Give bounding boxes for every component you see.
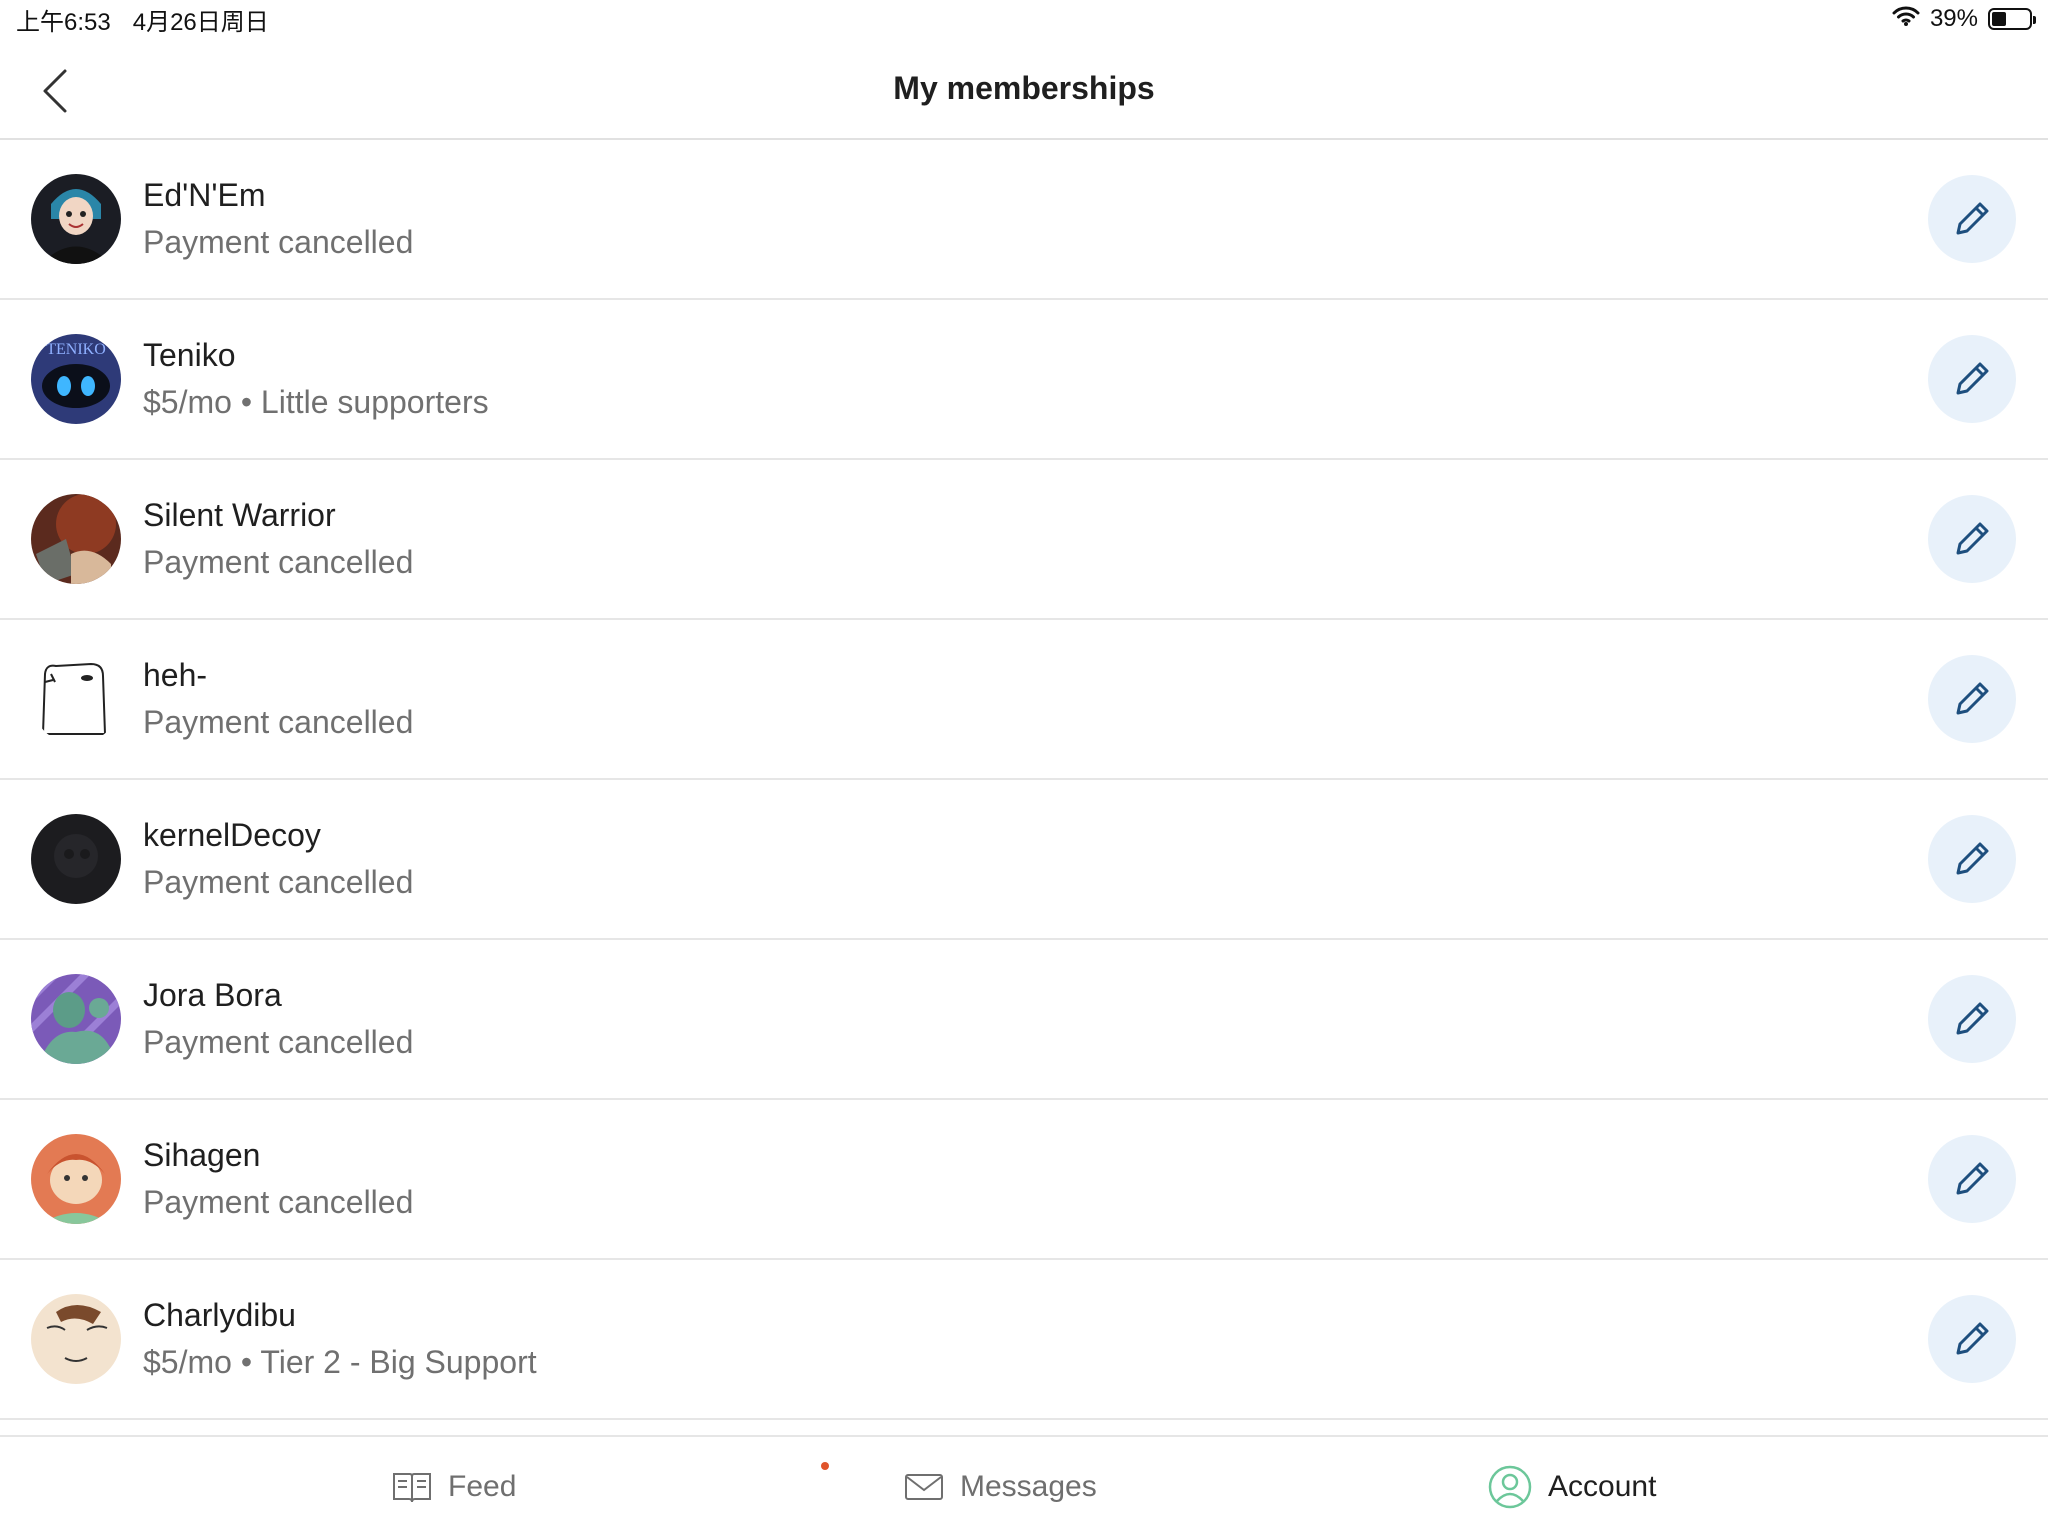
tab-account[interactable]: Account bbox=[1488, 1465, 1656, 1509]
pencil-icon bbox=[1956, 842, 1989, 875]
pencil-icon bbox=[1956, 202, 1989, 235]
membership-status: Payment cancelled bbox=[143, 544, 414, 580]
edit-membership-button[interactable] bbox=[1928, 655, 2016, 743]
envelope-icon bbox=[905, 1473, 943, 1500]
tab-feed[interactable]: Feed bbox=[392, 1470, 516, 1504]
notification-dot bbox=[821, 1462, 829, 1470]
edit-membership-button[interactable] bbox=[1928, 335, 2016, 423]
battery-percent: 39% bbox=[1929, 5, 1978, 32]
membership-row[interactable]: kernelDecoy Payment cancelled bbox=[0, 780, 2048, 940]
avatar-logo-text: TENIKO bbox=[46, 341, 106, 358]
avatar: TENIKO bbox=[31, 334, 121, 424]
membership-status: Payment cancelled bbox=[143, 224, 414, 260]
tab-bar: Feed Messages Account bbox=[0, 1435, 2048, 1536]
membership-row[interactable]: heh- Payment cancelled bbox=[0, 620, 2048, 780]
creator-name: Teniko bbox=[143, 337, 236, 373]
avatar bbox=[31, 974, 121, 1064]
membership-status: Payment cancelled bbox=[143, 704, 414, 740]
status-date: 4月26日周日 bbox=[132, 8, 269, 36]
edit-membership-button[interactable] bbox=[1928, 815, 2016, 903]
battery-level bbox=[1992, 12, 2007, 26]
edit-membership-button[interactable] bbox=[1928, 495, 2016, 583]
creator-name: Jora Bora bbox=[143, 977, 282, 1013]
creator-name: Silent Warrior bbox=[143, 497, 336, 533]
battery-icon bbox=[1988, 8, 2036, 30]
tab-messages-label: Messages bbox=[960, 1469, 1097, 1503]
creator-name: kernelDecoy bbox=[143, 817, 321, 853]
membership-list: Ed'N'Em Payment cancelled TENIKO Teniko … bbox=[0, 140, 2048, 1420]
tab-account-label: Account bbox=[1548, 1469, 1657, 1503]
tab-feed-label: Feed bbox=[448, 1469, 517, 1503]
edit-membership-button[interactable] bbox=[1928, 175, 2016, 263]
avatar bbox=[31, 174, 121, 264]
membership-status: $5/mo • Little supporters bbox=[143, 384, 489, 420]
status-time: 上午6:53 bbox=[16, 8, 111, 36]
membership-row[interactable]: Sihagen Payment cancelled bbox=[0, 1100, 2048, 1260]
edit-membership-button[interactable] bbox=[1928, 975, 2016, 1063]
book-icon bbox=[393, 1472, 431, 1502]
creator-name: Charlydibu bbox=[143, 1297, 296, 1333]
page-title: My memberships bbox=[893, 69, 1155, 106]
membership-status: Payment cancelled bbox=[143, 864, 414, 900]
avatar bbox=[31, 494, 121, 584]
creator-name: Sihagen bbox=[143, 1137, 261, 1173]
status-bar: 上午6:53 4月26日周日 39% bbox=[0, 0, 2048, 38]
creator-name: heh- bbox=[143, 657, 208, 693]
tab-messages[interactable]: Messages bbox=[904, 1470, 1097, 1504]
pencil-icon bbox=[1956, 1002, 1989, 1035]
membership-row[interactable]: Jora Bora Payment cancelled bbox=[0, 940, 2048, 1100]
membership-status: $5/mo • Tier 2 - Big Support bbox=[143, 1344, 537, 1380]
membership-status: Payment cancelled bbox=[143, 1024, 414, 1060]
creator-name: Ed'N'Em bbox=[143, 177, 266, 213]
pencil-icon bbox=[1956, 1322, 1989, 1355]
avatar bbox=[31, 1294, 121, 1384]
edit-membership-button[interactable] bbox=[1928, 1135, 2016, 1223]
membership-row[interactable]: Ed'N'Em Payment cancelled bbox=[0, 140, 2048, 300]
membership-row[interactable]: Charlydibu $5/mo • Tier 2 - Big Support bbox=[0, 1260, 2048, 1420]
avatar bbox=[31, 654, 121, 744]
membership-row[interactable]: Silent Warrior Payment cancelled bbox=[0, 460, 2048, 620]
pencil-icon bbox=[1956, 362, 1989, 395]
pencil-icon bbox=[1956, 682, 1989, 715]
header: My memberships bbox=[0, 38, 2048, 140]
wifi-icon bbox=[1892, 5, 1920, 34]
membership-status: Payment cancelled bbox=[143, 1184, 414, 1220]
membership-row[interactable]: TENIKO Teniko $5/mo • Little supporters bbox=[0, 300, 2048, 460]
pencil-icon bbox=[1956, 1162, 1989, 1195]
edit-membership-button[interactable] bbox=[1928, 1295, 2016, 1383]
chevron-left-icon bbox=[43, 69, 67, 113]
avatar bbox=[31, 1134, 121, 1224]
avatar bbox=[31, 814, 121, 904]
account-icon bbox=[1488, 1465, 1532, 1508]
back-button[interactable] bbox=[32, 64, 80, 118]
pencil-icon bbox=[1956, 522, 1989, 555]
